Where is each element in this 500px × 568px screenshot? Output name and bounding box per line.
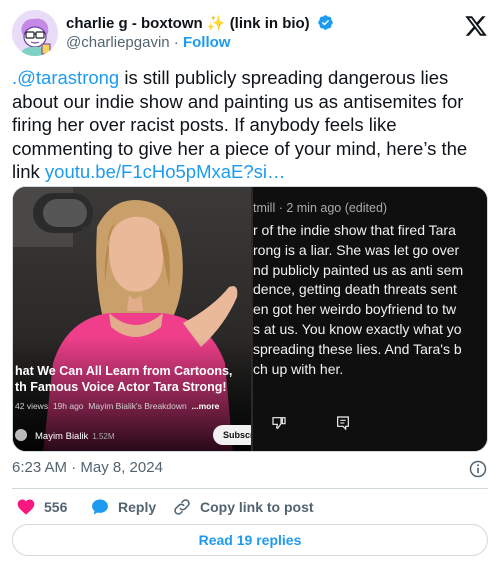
like-button[interactable]: 556 xyxy=(16,496,67,518)
channel-row: Mayim Bialik 1.52M xyxy=(15,429,115,447)
video-more: ...more xyxy=(191,401,220,411)
x-logo-icon[interactable] xyxy=(464,14,488,38)
video-title-line-2: th Famous Voice Actor Tara Strong! xyxy=(15,380,227,394)
comment-line: s at us. You know exactly what yo xyxy=(253,320,462,337)
comment-line: nd publicly painted us as anti sem xyxy=(253,261,464,278)
display-name[interactable]: charlie g - boxtown ✨ (link in bio) xyxy=(66,14,334,32)
video-title: hat We Can All Learn from Cartoons, th F… xyxy=(15,363,251,395)
reply-bubble-icon xyxy=(92,499,108,515)
comment-line: ch up with her. xyxy=(253,360,344,377)
like-count: 556 xyxy=(44,499,68,515)
copy-link-button[interactable]: Copy link to post xyxy=(172,496,314,518)
mention-link[interactable]: .@tarastrong xyxy=(12,67,119,88)
comment-line: en got her weirdo boyfriend to tw xyxy=(253,301,457,318)
youtube-link[interactable]: youtu.be/F1cHo5pMxaE?si… xyxy=(45,161,286,182)
video-age: 19h ago xyxy=(52,401,84,411)
handle-row: @charliepgavin · Follow xyxy=(66,34,230,51)
verified-badge-icon xyxy=(318,15,333,30)
tweet-text: .@tarastrong is still publicly spreading… xyxy=(12,66,482,184)
link-icon xyxy=(174,499,190,515)
youtube-comment-screenshot: tmill · 2 min ago (edited) r of the indi… xyxy=(251,187,487,451)
handle-separator: · xyxy=(173,34,179,51)
video-title-line-1: hat We Can All Learn from Cartoons, xyxy=(15,364,233,378)
info-icon[interactable] xyxy=(468,459,488,479)
reply-label: Reply xyxy=(118,499,157,515)
dislike-icon xyxy=(272,417,286,430)
comment-line: r of the indie show that fired Tara xyxy=(253,222,456,238)
video-views: 42 views xyxy=(15,401,49,411)
comment-body: r of the indie show that fired Tara rong… xyxy=(253,221,487,379)
tweet-media[interactable]: hat We Can All Learn from Cartoons, th F… xyxy=(12,186,488,452)
display-name-text[interactable]: charlie g - boxtown ✨ (link in bio) xyxy=(66,15,310,32)
video-meta: 42 views 19h ago Mayim Bialik's Breakdow… xyxy=(15,401,219,411)
subscribe-button: Subscrib xyxy=(213,425,251,445)
read-replies-button[interactable]: Read 19 replies xyxy=(12,524,488,556)
comment-line: spreading these lies. And Tara's b xyxy=(253,340,462,357)
subscriber-count: 1.52M xyxy=(92,432,115,441)
tweet-timestamp[interactable]: 6:23 AM · May 8, 2024 xyxy=(12,459,163,476)
action-bar: 556 Reply Copy link to post xyxy=(12,496,488,518)
avatar[interactable] xyxy=(12,10,58,56)
comment-reply-icon xyxy=(337,416,349,431)
handle[interactable]: @charliepgavin xyxy=(66,34,170,51)
channel-name: Mayim Bialik xyxy=(35,431,89,442)
follow-link[interactable]: Follow xyxy=(183,34,231,51)
heart-icon xyxy=(17,499,35,515)
channel-avatar xyxy=(15,429,27,441)
youtube-screenshot: hat We Can All Learn from Cartoons, th F… xyxy=(13,187,251,451)
comment-header: tmill · 2 min ago (edited) xyxy=(253,201,388,215)
reply-button[interactable]: Reply xyxy=(90,496,156,518)
comment-line: dence, getting death threats sent xyxy=(253,281,457,298)
copy-link-label: Copy link to post xyxy=(200,499,314,515)
tweet-header: charlie g - boxtown ✨ (link in bio) @cha… xyxy=(12,10,488,56)
video-thumbnail xyxy=(13,187,251,451)
comment-line: rong is a liar. She was let go over xyxy=(253,241,460,258)
video-channel-tag: Mayim Bialik's Breakdown xyxy=(88,401,187,411)
divider xyxy=(12,488,488,489)
